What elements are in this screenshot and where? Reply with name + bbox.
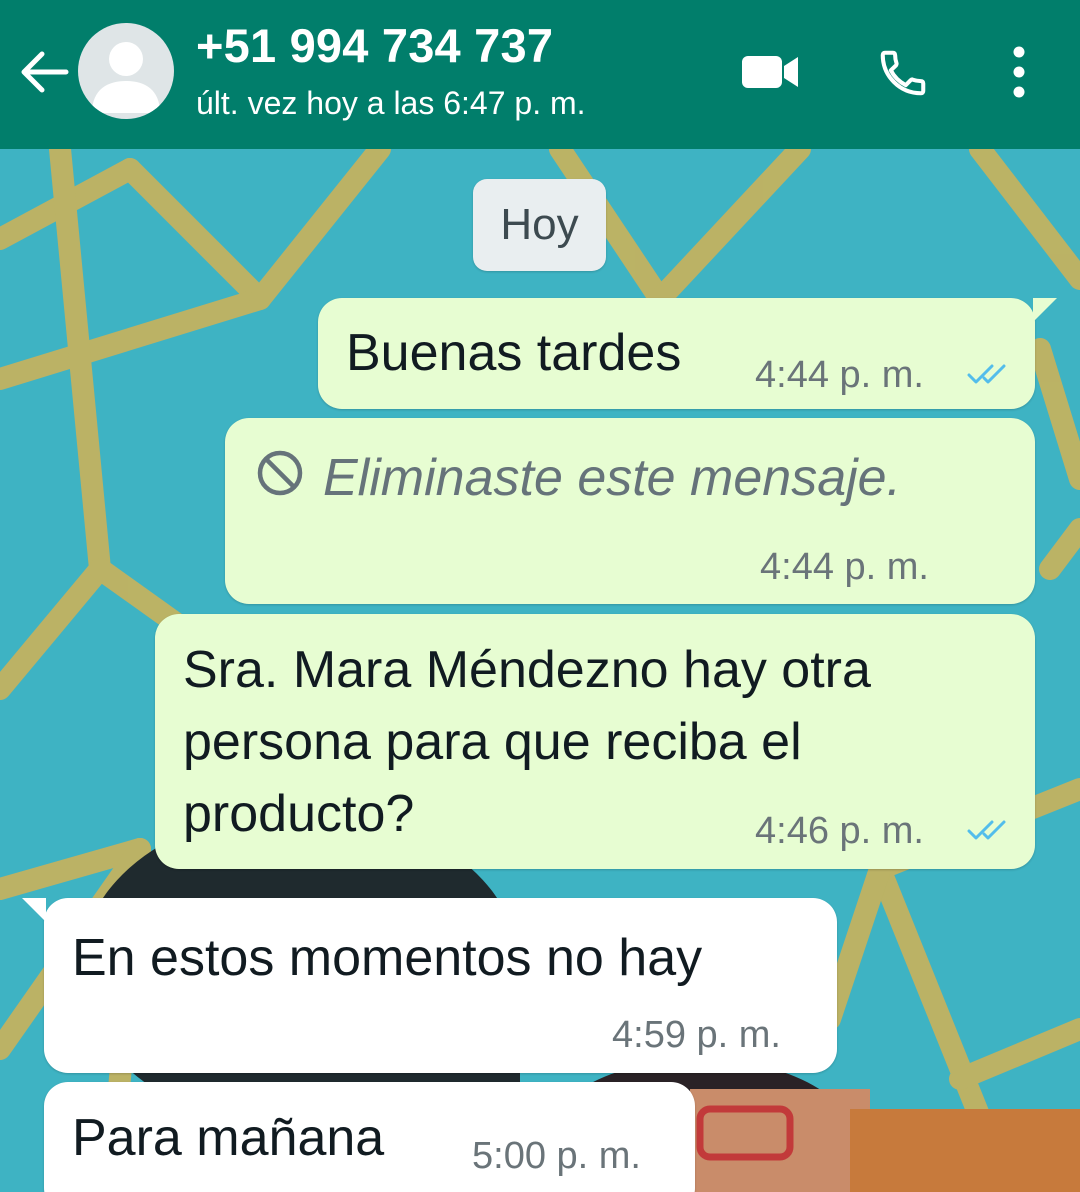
- deleted-message-icon: [257, 450, 303, 496]
- message-bubble-outgoing[interactable]: Sra. Mara Méndezno hay otra persona para…: [155, 614, 1035, 869]
- message-bubble-incoming[interactable]: En estos momentos no hay 4:59 p. m.: [22, 898, 837, 1073]
- bubble-tail: [22, 898, 46, 922]
- phone-icon[interactable]: [876, 46, 930, 100]
- message-text-line-2: persona para que reciba el: [183, 713, 802, 771]
- read-ticks-icon: [967, 364, 1006, 384]
- video-camera-icon[interactable]: [740, 50, 802, 94]
- message-text-line-3: producto?: [183, 785, 415, 843]
- read-ticks-icon: [967, 820, 1006, 840]
- message-text: En estos momentos no hay: [72, 929, 703, 987]
- message-time: 4:44 p. m.: [755, 354, 924, 396]
- chat-area[interactable]: Hoy Buenas tardes 4:44 p. m. Eliminaste …: [0, 149, 1080, 1192]
- message-time: 4:59 p. m.: [612, 1014, 781, 1056]
- message-text: Buenas tardes: [346, 324, 682, 382]
- message-text-line-1: Sra. Mara Méndezno hay otra: [183, 641, 871, 699]
- message-text: Para mañana: [72, 1109, 385, 1167]
- contact-avatar[interactable]: [78, 23, 174, 119]
- more-vertical-icon[interactable]: [1002, 44, 1036, 100]
- message-bubble-outgoing[interactable]: Buenas tardes 4:44 p. m.: [318, 298, 1057, 409]
- whatsapp-chat-screen: +51 994 734 737 últ. vez hoy a las 6:47 …: [0, 0, 1080, 1192]
- back-arrow-icon[interactable]: [18, 48, 70, 96]
- message-bubble-incoming[interactable]: Para mañana 5:00 p. m.: [44, 1082, 695, 1192]
- message-time: 4:46 p. m.: [755, 810, 924, 852]
- avatar-placeholder-icon: [92, 42, 160, 113]
- last-seen-status: últ. vez hoy a las 6:47 p. m.: [196, 85, 586, 121]
- deleted-message-bubble[interactable]: Eliminaste este mensaje. 4:44 p. m.: [225, 418, 1035, 604]
- contact-name[interactable]: +51 994 734 737: [196, 18, 553, 73]
- message-time: 4:44 p. m.: [760, 546, 929, 588]
- deleted-message-text: Eliminaste este mensaje.: [323, 449, 902, 507]
- bubble-tail: [1033, 298, 1057, 322]
- chat-header: +51 994 734 737 últ. vez hoy a las 6:47 …: [0, 0, 1080, 149]
- message-time: 5:00 p. m.: [472, 1135, 641, 1177]
- date-divider: Hoy: [473, 179, 606, 271]
